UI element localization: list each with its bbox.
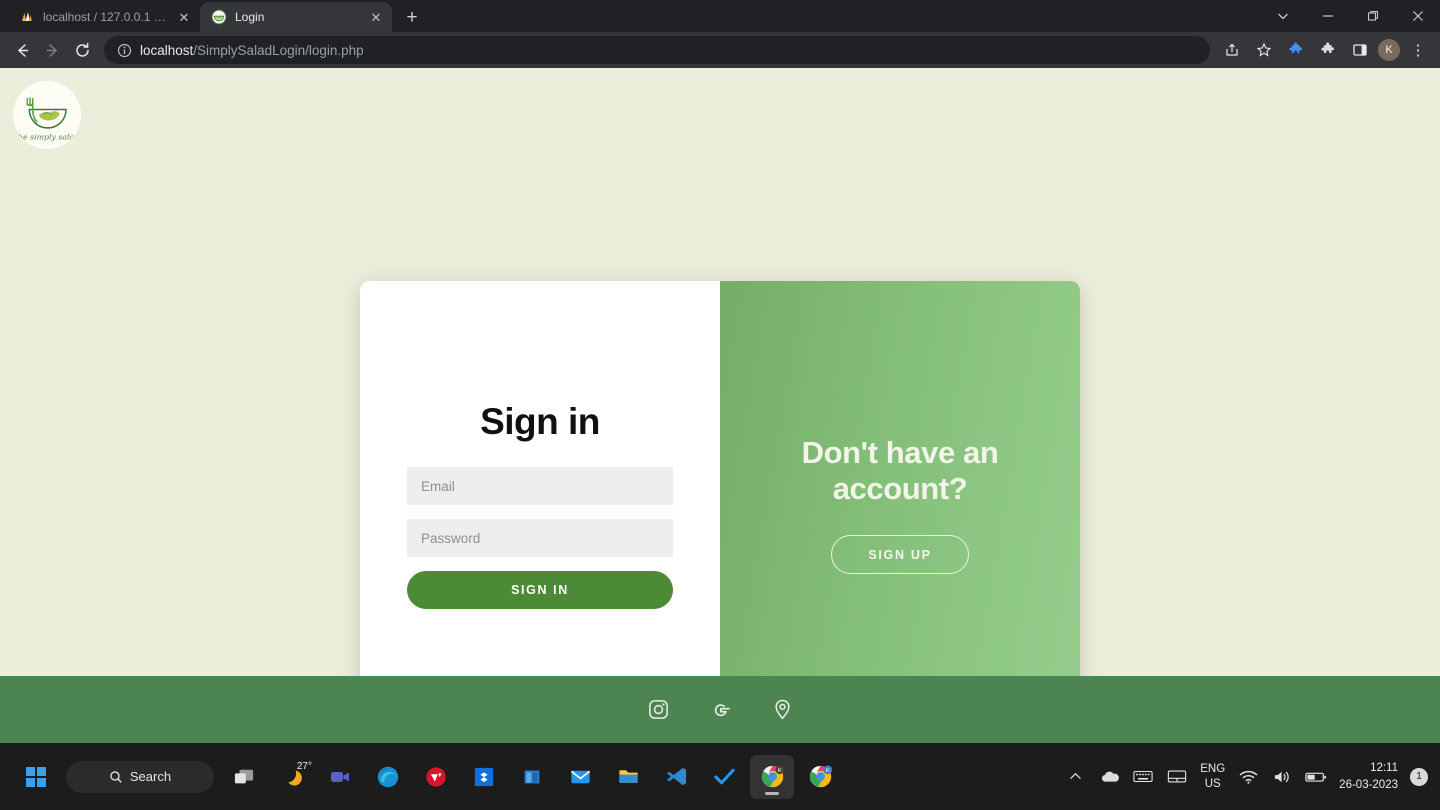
page-footer (0, 676, 1440, 743)
signin-panel: Sign in SIGN IN (360, 281, 720, 734)
phpmyadmin-icon (19, 9, 35, 25)
browser-toolbar: localhost/SimplySaladLogin/login.php K ⋮ (0, 32, 1440, 68)
tab-title: localhost / 127.0.0.1 / purchase / (43, 10, 168, 24)
dropbox-button[interactable] (462, 755, 506, 799)
todoist-button[interactable] (702, 755, 746, 799)
site-logo[interactable]: the simply salad (13, 81, 81, 149)
page-viewport: the simply salad Sign in SIGN IN Don't h… (0, 68, 1440, 743)
search-box[interactable]: Search (66, 760, 214, 793)
onedrive-icon[interactable] (1098, 766, 1120, 788)
forward-icon[interactable] (38, 36, 66, 64)
active-indicator (765, 791, 779, 795)
maximize-icon[interactable] (1350, 0, 1395, 32)
system-tray: ENG US 12:11 26-03-2023 1 (1064, 760, 1440, 793)
tray-overflow-icon[interactable] (1064, 766, 1086, 788)
notification-badge[interactable]: 1 (1410, 767, 1428, 786)
google-icon[interactable] (707, 697, 733, 723)
extension-puzzle-blue-icon[interactable] (1282, 36, 1310, 64)
side-panel-icon[interactable] (1346, 36, 1374, 64)
tab-search-icon[interactable] (1260, 0, 1305, 32)
share-icon[interactable] (1218, 36, 1246, 64)
task-view-button[interactable] (222, 755, 266, 799)
language-code: ENG (1200, 763, 1226, 776)
url-text: localhost/SimplySaladLogin/login.php (140, 43, 364, 58)
weather-widget[interactable]: 27° (270, 755, 314, 799)
close-icon[interactable]: ✕ (176, 9, 192, 25)
profile-avatar[interactable]: K (1378, 39, 1400, 61)
extensions-puzzle-icon[interactable] (1314, 36, 1342, 64)
close-icon[interactable] (1395, 0, 1440, 32)
search-icon (110, 770, 122, 783)
vscode-button[interactable] (654, 755, 698, 799)
vegas-button[interactable] (414, 755, 458, 799)
reload-icon[interactable] (68, 36, 96, 64)
info-circle-icon[interactable] (116, 42, 132, 58)
login-card: Sign in SIGN IN Don't have an account? S… (360, 281, 1080, 734)
salad-logo-icon: the simply salad (13, 81, 81, 149)
file-explorer-button[interactable] (606, 755, 650, 799)
back-icon[interactable] (8, 36, 36, 64)
battery-icon[interactable] (1305, 766, 1327, 788)
address-bar[interactable]: localhost/SimplySaladLogin/login.php (104, 36, 1210, 64)
minimize-icon[interactable] (1305, 0, 1350, 32)
chrome-button-1[interactable]: K (750, 754, 794, 799)
search-label: Search (129, 769, 172, 784)
windows-taskbar: Search 27° K K ENG US 12:11 26-03-2023 1 (0, 743, 1440, 810)
salad-logo-icon (211, 9, 227, 25)
teams-button[interactable] (318, 755, 362, 799)
svg-text:K: K (777, 768, 781, 774)
browser-tab-login[interactable]: Login ✕ (200, 2, 392, 32)
store-button[interactable] (510, 755, 554, 799)
sign-up-button[interactable]: SIGN UP (831, 535, 969, 575)
window-controls (1260, 0, 1440, 32)
url-path: /SimplySaladLogin/login.php (193, 42, 364, 58)
svg-text:the simply salad: the simply salad (15, 132, 79, 141)
weather-temp: 27° (296, 760, 312, 772)
close-icon[interactable]: ✕ (368, 9, 384, 25)
instagram-icon[interactable] (645, 697, 671, 723)
wifi-icon[interactable] (1237, 766, 1259, 788)
tab-title: Login (235, 10, 265, 24)
chrome-browser-window: localhost / 127.0.0.1 / purchase / ✕ Log… (0, 0, 1440, 810)
location-pin-icon[interactable] (769, 697, 795, 723)
clock[interactable]: 12:11 26-03-2023 (1339, 760, 1398, 793)
star-icon[interactable] (1250, 36, 1278, 64)
keyboard-icon[interactable] (1132, 766, 1154, 788)
touchpad-icon[interactable] (1166, 766, 1188, 788)
svg-text:K: K (825, 768, 829, 774)
password-field[interactable] (407, 519, 673, 557)
signup-panel: Don't have an account? SIGN UP (720, 281, 1080, 734)
language-region: US (1204, 777, 1221, 790)
clock-date: 26-03-2023 (1339, 778, 1398, 791)
toolbar-actions: K ⋮ (1218, 36, 1432, 64)
email-field[interactable] (407, 467, 673, 505)
sign-in-button[interactable]: SIGN IN (407, 571, 673, 609)
signup-heading: Don't have an account? (801, 434, 999, 506)
mail-button[interactable] (558, 755, 602, 799)
clock-time: 12:11 (1370, 761, 1398, 774)
url-host: localhost (140, 42, 194, 58)
browser-tab-phpmyadmin[interactable]: localhost / 127.0.0.1 / purchase / ✕ (8, 2, 200, 32)
chrome-menu-icon[interactable]: ⋮ (1404, 36, 1432, 64)
volume-icon[interactable] (1271, 766, 1293, 788)
language-indicator[interactable]: ENG US (1200, 762, 1225, 791)
start-button[interactable] (14, 755, 58, 799)
tab-strip: localhost / 127.0.0.1 / purchase / ✕ Log… (0, 0, 1440, 32)
new-tab-button[interactable]: + (398, 3, 426, 31)
edge-button[interactable] (366, 755, 410, 799)
chrome-button-2[interactable]: K (798, 755, 842, 799)
page-title: Sign in (480, 401, 600, 442)
